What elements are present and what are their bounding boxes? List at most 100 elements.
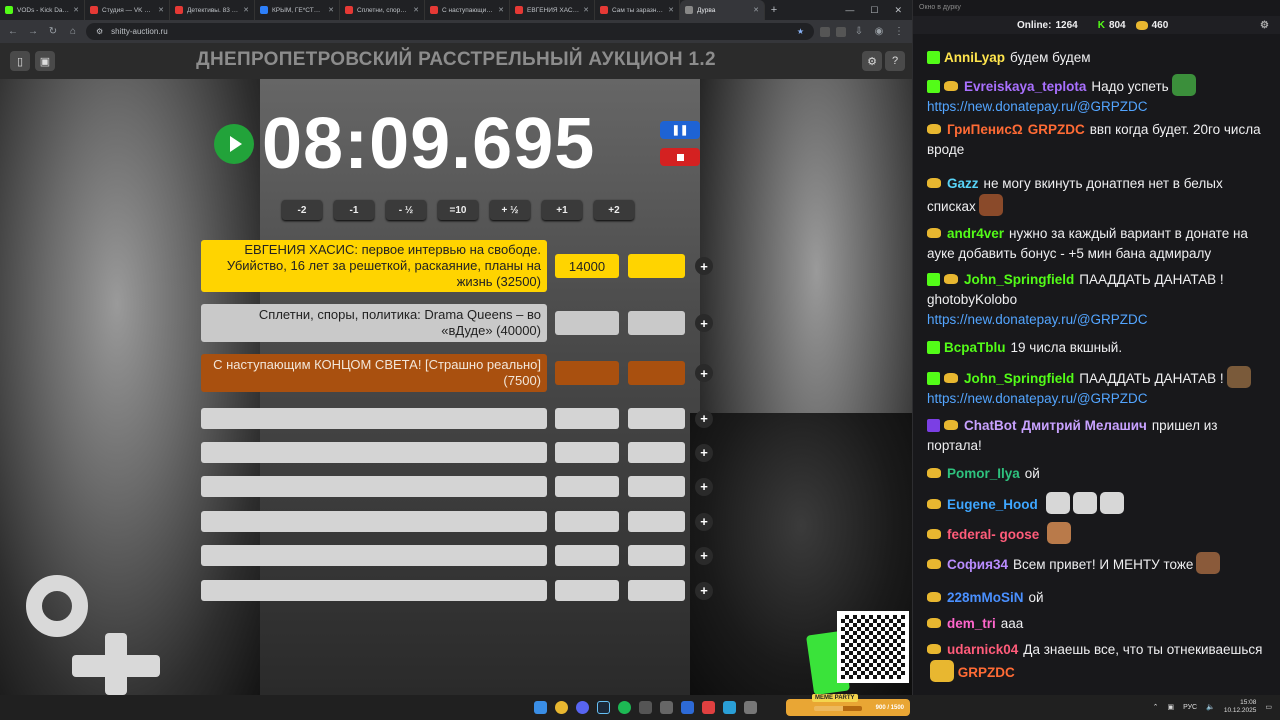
app-icon[interactable] — [723, 701, 736, 714]
tab-close-icon[interactable]: ✕ — [668, 6, 674, 14]
menu-icon[interactable]: ⋮ — [892, 26, 906, 37]
lot-add-amount-field[interactable] — [628, 311, 685, 335]
app-icon[interactable] — [660, 701, 673, 714]
tab-close-icon[interactable]: ✕ — [158, 6, 164, 14]
lot-add-icon[interactable]: + — [695, 364, 713, 382]
pause-button[interactable]: ❚❚ — [660, 121, 700, 139]
chat-username[interactable]: udarnick04 — [947, 642, 1018, 657]
lot-name-field[interactable] — [201, 545, 547, 566]
lot-amount-field[interactable] — [555, 511, 619, 532]
chat-username[interactable]: Gazz — [947, 176, 979, 191]
tab-close-icon[interactable]: ✕ — [328, 6, 334, 14]
lot-amount-field[interactable] — [555, 476, 619, 497]
new-tab-icon[interactable]: + — [765, 4, 783, 16]
time-adjust-button[interactable]: +1 — [542, 200, 582, 220]
chat-username[interactable]: Eugene_Hood — [947, 497, 1038, 512]
lot-add-icon[interactable]: + — [695, 477, 713, 496]
lot-amount-field[interactable] — [555, 311, 619, 335]
lot-name-field[interactable] — [201, 476, 547, 497]
time-adjust-button[interactable]: =10 — [438, 200, 478, 220]
tab-close-icon[interactable]: ✕ — [583, 6, 589, 14]
lot-add-icon[interactable]: + — [695, 257, 713, 275]
bookmark-star-icon[interactable]: ★ — [797, 27, 804, 36]
close-icon[interactable]: ✕ — [894, 5, 902, 16]
chrome-icon[interactable] — [555, 701, 568, 714]
lot-amount-field[interactable] — [555, 408, 619, 429]
lot-add-amount-field[interactable] — [628, 476, 685, 497]
app-icon[interactable] — [681, 701, 694, 714]
chat-username[interactable]: dem_tri — [947, 616, 996, 631]
app-icon[interactable] — [639, 701, 652, 714]
sidebar-toggle-icon[interactable]: ▯ — [10, 51, 30, 71]
lot-add-amount-field[interactable] — [628, 361, 685, 385]
lot-name-field[interactable] — [201, 408, 547, 429]
start-icon[interactable] — [534, 701, 547, 714]
browser-tab[interactable]: Студия — VK Видео ✕ — [85, 0, 170, 20]
tab-close-icon[interactable]: ✕ — [413, 6, 419, 14]
chat-mention[interactable]: GRPZDC — [1028, 122, 1085, 137]
tab-close-icon[interactable]: ✕ — [498, 6, 504, 14]
browser-tab[interactable]: Детективы. 83 сер ✕ — [170, 0, 255, 20]
browser-tab[interactable]: Сам ты заразный ✕ — [595, 0, 680, 20]
app-icon[interactable] — [744, 701, 757, 714]
lot-amount-field[interactable] — [555, 442, 619, 463]
back-icon[interactable]: ← — [6, 26, 20, 37]
time-adjust-button[interactable]: -1 — [334, 200, 374, 220]
url-field[interactable]: ⚙ shitty-auction.ru ★ — [86, 23, 814, 40]
tray-chevron-icon[interactable]: ⌃ — [1153, 703, 1159, 711]
clock[interactable]: 15:08 10.12.2025 — [1224, 699, 1257, 715]
lot-add-icon[interactable]: + — [695, 443, 713, 462]
extension-icon[interactable] — [836, 26, 846, 37]
chat-username[interactable]: federal- goose — [947, 527, 1039, 542]
lot-name-field[interactable]: С наступающим КОНЦОМ СВЕТА! [Страшно реа… — [201, 354, 547, 392]
lot-add-amount-field[interactable] — [628, 442, 685, 463]
browser-tab[interactable]: С наступающим К ✕ — [425, 0, 510, 20]
lot-add-amount-field[interactable] — [628, 545, 685, 566]
chat-username[interactable]: София34 — [947, 557, 1008, 572]
discord-icon[interactable] — [576, 701, 589, 714]
lot-add-amount-field[interactable] — [628, 511, 685, 532]
lot-add-amount-field[interactable] — [628, 580, 685, 601]
lot-amount-field[interactable] — [555, 580, 619, 601]
chat-link[interactable]: https://new.donatepay.ru/@GRPZDC — [927, 312, 1148, 327]
minimize-icon[interactable]: — — [845, 5, 854, 16]
lot-add-amount-field[interactable] — [628, 254, 685, 278]
lot-amount-field[interactable] — [555, 361, 619, 385]
maximize-icon[interactable]: ☐ — [870, 5, 878, 16]
lot-add-icon[interactable]: + — [695, 409, 713, 428]
lot-add-icon[interactable]: + — [695, 581, 713, 600]
chat-username[interactable]: 228mMoSiN — [947, 590, 1024, 605]
lot-name-field[interactable] — [201, 442, 547, 463]
forward-icon[interactable]: → — [26, 26, 40, 37]
download-icon[interactable]: ⇩ — [852, 26, 866, 37]
steam-icon[interactable] — [597, 701, 610, 714]
chat-link[interactable]: https://new.donatepay.ru/@GRPZDC — [927, 99, 1148, 114]
profile-icon[interactable]: ◉ — [872, 26, 886, 37]
lot-name-field[interactable]: ЕВГЕНИЯ ХАСИС: первое интервью на свобод… — [201, 240, 547, 292]
time-adjust-button[interactable]: -2 — [282, 200, 322, 220]
reload-icon[interactable]: ↻ — [46, 26, 60, 37]
chat-username[interactable]: Evreiskaya_teplota — [964, 79, 1086, 94]
lot-add-icon[interactable]: + — [695, 546, 713, 565]
stop-button[interactable] — [660, 148, 700, 166]
lot-add-icon[interactable]: + — [695, 314, 713, 332]
site-info-icon[interactable]: ⚙ — [96, 27, 103, 36]
chat-username[interactable]: BcpaTblu — [944, 340, 1006, 355]
chat-link[interactable]: https://new.donatepay.ru/@GRPZDC — [927, 391, 1148, 406]
language-indicator[interactable]: РУС — [1183, 704, 1197, 711]
browser-tab[interactable]: Дурва ✕ — [680, 0, 765, 20]
chat-mention[interactable]: GRPZDC — [958, 665, 1015, 680]
lot-amount-field[interactable] — [555, 545, 619, 566]
volume-icon[interactable]: 🔈 — [1206, 703, 1215, 711]
extension-icon[interactable] — [820, 26, 830, 37]
chat-username[interactable]: John_Springfield — [964, 272, 1074, 287]
time-adjust-button[interactable]: - ½ — [386, 200, 426, 220]
help-icon[interactable]: ? — [885, 51, 905, 71]
lot-add-icon[interactable]: + — [695, 512, 713, 531]
tray-app-icon[interactable]: ▣ — [1167, 703, 1174, 711]
browser-tab[interactable]: VODs - Kick Dashb ✕ — [0, 0, 85, 20]
lot-name-field[interactable] — [201, 580, 547, 601]
chat-username[interactable]: Pomor_Ilya — [947, 466, 1020, 481]
chat-username[interactable]: AnniLyap — [944, 50, 1005, 65]
lot-name-field[interactable]: Сплетни, споры, политика: Drama Queens –… — [201, 304, 547, 342]
